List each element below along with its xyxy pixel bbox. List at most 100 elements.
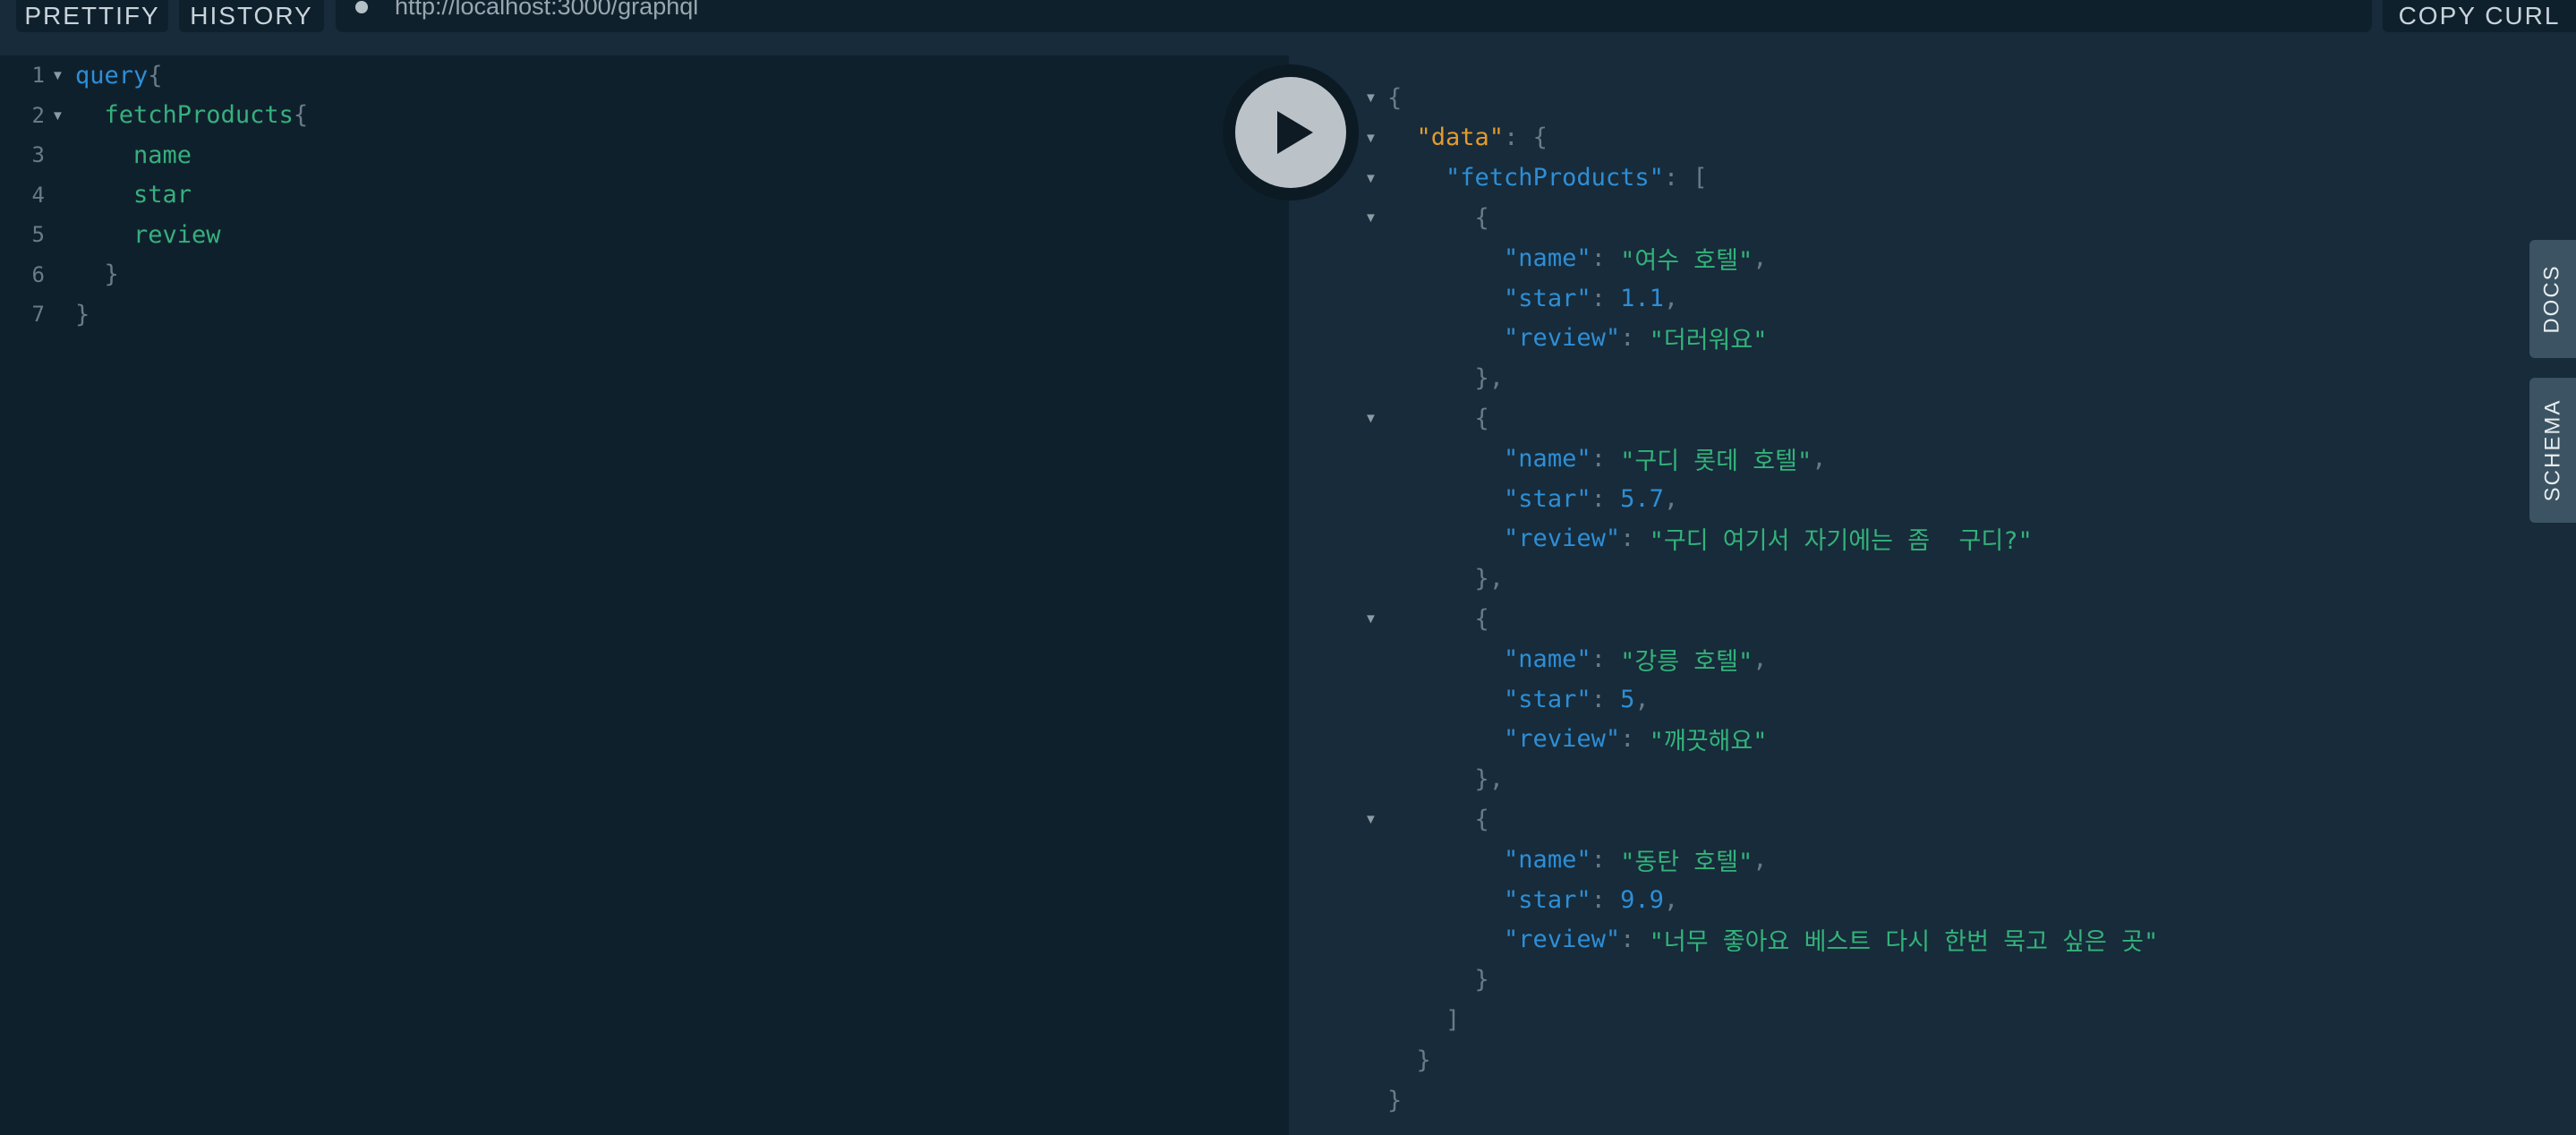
json-token: : [1620, 926, 1650, 954]
json-token: : [ [1663, 164, 1708, 192]
json-value: 1.1 [1620, 285, 1664, 312]
json-token: : [1591, 685, 1621, 713]
fold-arrow-icon[interactable]: ▼ [1364, 90, 1378, 106]
json-quote: " [1738, 246, 1753, 275]
fold-arrow-icon[interactable]: ▼ [1364, 411, 1378, 426]
json-value-text: 구디 여기서 자기에는 좀 구디? [1663, 527, 2018, 556]
execute-query-button[interactable] [1235, 77, 1346, 188]
json-value-text: 깨끗해요 [1663, 728, 1753, 756]
json-value: 9.9 [1620, 886, 1664, 914]
json-value-text: 여수 호텔 [1634, 246, 1738, 275]
json-quote: " [2017, 527, 2033, 556]
json-token: : [1591, 444, 1621, 473]
line-number: 1 [31, 63, 45, 88]
code-line: fetchProducts{ [75, 96, 309, 135]
line-number: 2 [31, 102, 45, 128]
json-line: } [1387, 1040, 1431, 1080]
line-number: 5 [31, 222, 45, 247]
json-value-text: 강릉 호텔 [1634, 647, 1738, 676]
json-token: : [1591, 644, 1621, 673]
fold-arrow-icon[interactable]: ▼ [51, 68, 64, 83]
json-quote: " [1738, 647, 1753, 676]
prettify-button[interactable]: PRETTIFY [16, 0, 168, 32]
json-token: , [1753, 243, 1768, 272]
code-line: query{ [75, 55, 163, 95]
code-line: review [75, 215, 221, 254]
json-quote: " [1753, 728, 1768, 756]
play-icon [1277, 111, 1313, 154]
json-quote: " [1738, 848, 1753, 876]
json-line: "data": { [1387, 118, 1548, 158]
json-token: : [1591, 243, 1621, 272]
query-editor[interactable]: 1 ▼ query{2 ▼ fetchProducts{3 name 4 star 5 r… [0, 55, 1289, 1135]
json-quote: " [1796, 447, 1813, 475]
json-quote: " [1649, 327, 1664, 355]
json-token: "star" [1504, 885, 1591, 914]
fold-arrow-icon[interactable]: ▼ [1364, 812, 1378, 827]
execute-query-button-frame [1223, 64, 1359, 201]
json-value: "동탄 호텔" [1620, 842, 1753, 877]
json-line: }, [1387, 559, 1505, 599]
fold-arrow-icon[interactable]: ▼ [1364, 611, 1378, 627]
json-line: "review": "너무 좋아요 베스트 다시 한번 묵고 싶은 곳" [1387, 920, 2158, 960]
json-line: { [1387, 599, 1489, 638]
json-line: "star": 1.1, [1387, 278, 1678, 318]
json-value-text: 5.7 [1620, 484, 1664, 513]
json-token: { [1387, 83, 1403, 112]
json-token: } [1387, 1086, 1403, 1114]
json-line: }, [1387, 760, 1505, 799]
json-token: "data" [1416, 124, 1505, 152]
json-line: { [1387, 398, 1489, 438]
json-value: 5.7 [1620, 485, 1664, 513]
json-token: : [1620, 525, 1650, 553]
json-token: }, [1474, 565, 1505, 593]
json-token: } [1474, 966, 1489, 994]
json-line: } [1387, 1080, 1402, 1120]
json-quote: " [1620, 447, 1635, 475]
json-quote: " [1620, 246, 1635, 275]
code-token: name [133, 141, 192, 169]
line-number: 4 [31, 182, 45, 208]
json-token: "review" [1504, 725, 1621, 754]
endpoint-url-bar[interactable]: http://localhost:3000/graphql [336, 0, 2372, 32]
fold-arrow-icon[interactable]: ▼ [1364, 171, 1378, 186]
json-value-text: 구디 롯데 호텔 [1634, 447, 1797, 475]
endpoint-url-text: http://localhost:3000/graphql [395, 0, 699, 20]
json-quote: " [1753, 327, 1768, 355]
code-line: name [75, 135, 192, 175]
copy-curl-button[interactable]: COPY CURL [2383, 0, 2576, 32]
toolbar: PRETTIFY HISTORY http://localhost:3000/g… [0, 0, 2576, 55]
code-token: fetchProducts [104, 101, 294, 129]
docs-tab-label: DOCS [2540, 264, 2564, 334]
fold-arrow-icon[interactable]: ▼ [1364, 210, 1378, 226]
fold-arrow-icon[interactable]: ▼ [1364, 131, 1378, 146]
json-line: { [1387, 799, 1489, 839]
json-line: } [1387, 960, 1489, 1000]
json-value-text: 1.1 [1620, 284, 1664, 312]
code-token: review [133, 220, 221, 249]
json-token: "review" [1504, 525, 1621, 553]
schema-tab[interactable]: SCHEMA [2529, 378, 2576, 523]
json-token: : [1591, 845, 1621, 874]
code-line: } [75, 294, 90, 334]
json-value-text: 너무 좋아요 베스트 다시 한번 묵고 싶은 곳 [1663, 928, 2144, 957]
json-token: "name" [1504, 444, 1591, 473]
json-line: "name": "강릉 호텔", [1387, 639, 1767, 678]
json-token: { [1474, 805, 1489, 833]
json-value-text: 더러워요 [1663, 327, 1753, 355]
history-button[interactable]: HISTORY [179, 0, 324, 32]
fold-arrow-icon[interactable]: ▼ [51, 108, 64, 124]
docs-tab[interactable]: DOCS [2529, 240, 2576, 358]
